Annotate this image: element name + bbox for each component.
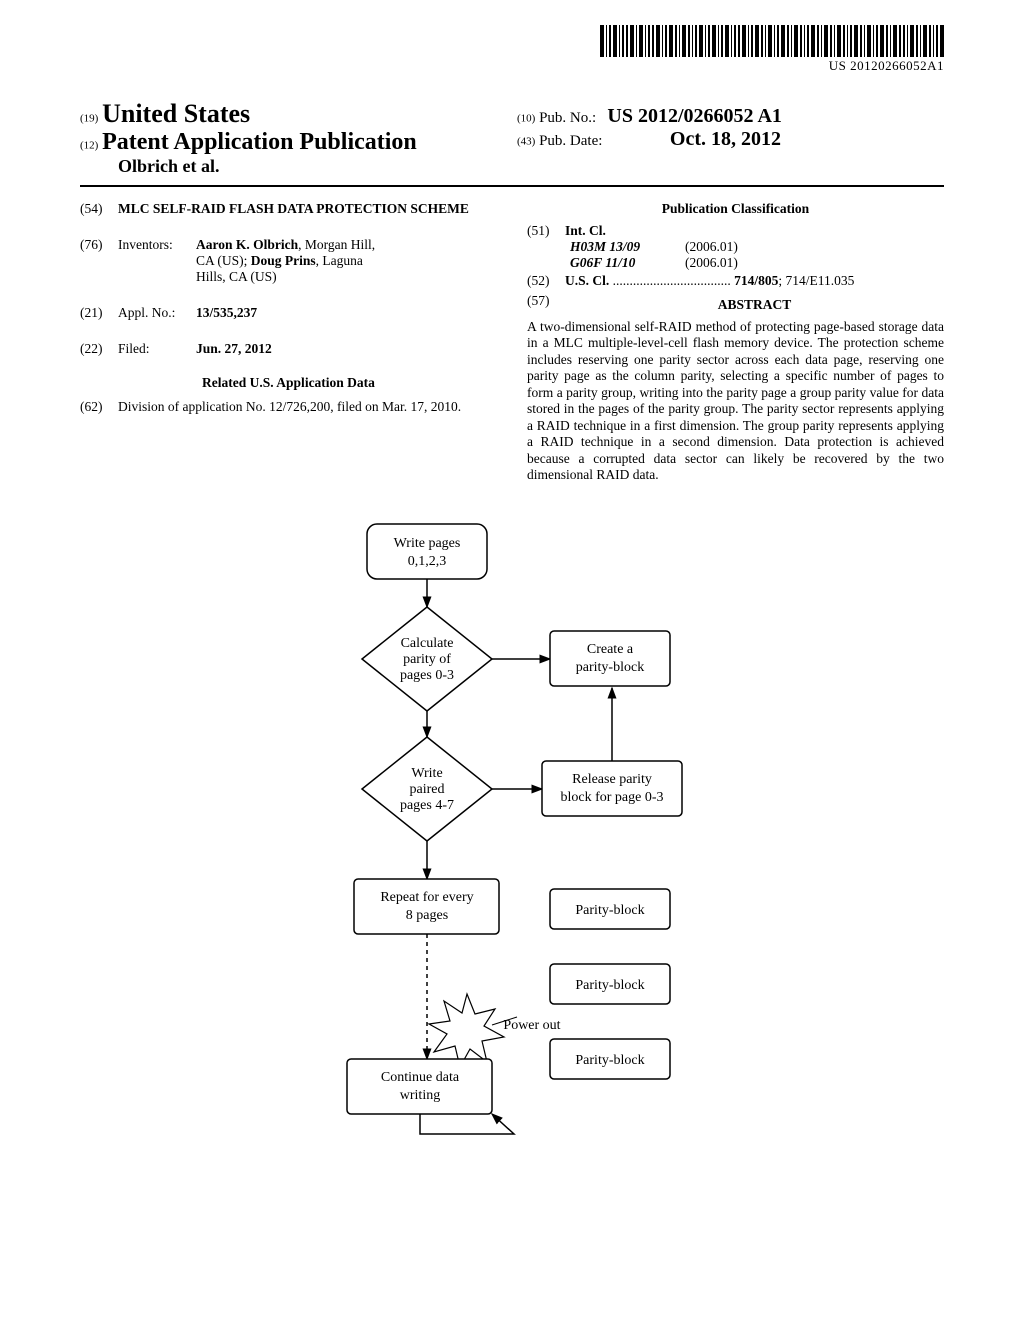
division-text: Division of application No. 12/726,200, …	[118, 399, 497, 415]
flow-n6-l1: Repeat for every	[380, 890, 473, 905]
flow-n3-l1: Create a	[587, 642, 634, 657]
barcode-text: US 20120266052A1	[600, 58, 944, 74]
flow-n5-l2: block for page 0-3	[560, 790, 663, 805]
inid-19: (19)	[80, 113, 98, 125]
barcode-block: US 20120266052A1	[600, 25, 944, 74]
pubdate-value: Oct. 18, 2012	[670, 128, 781, 150]
intcl-code-1: G06F 11/10	[565, 255, 685, 271]
pubno-label: Pub. No.:	[539, 110, 596, 126]
publication-type: Patent Application Publication	[102, 129, 417, 155]
uscl-label: U.S. Cl.	[565, 273, 609, 288]
biblio-right-col: Publication Classification (51) Int. Cl.…	[527, 201, 944, 484]
flow-n4-l1: Write	[411, 766, 442, 781]
flow-n10-l2: writing	[400, 1088, 440, 1103]
intcl-year-0: (2006.01)	[685, 239, 738, 255]
flow-n5-l1: Release parity	[572, 772, 652, 787]
inid-43: (43)	[517, 136, 535, 148]
flow-n10-l1: Continue data	[381, 1070, 460, 1085]
flow-n9: Parity-block	[575, 1053, 644, 1068]
uscl-primary: 714/805	[734, 273, 778, 288]
flow-n2-l1: Calculate	[401, 636, 454, 651]
inid-10: (10)	[517, 113, 535, 125]
country: United States	[102, 99, 250, 128]
uscl-rest: ; 714/E11.035	[778, 273, 854, 288]
filed-label: Filed:	[118, 341, 196, 357]
intcl-label: Int. Cl.	[565, 223, 944, 239]
flow-n2-l3: pages 0-3	[400, 668, 454, 683]
header-block: (19) United States (12) Patent Applicati…	[80, 75, 944, 187]
flow-n1-l1: Write pages	[394, 536, 461, 551]
filed-value: Jun. 27, 2012	[196, 341, 497, 357]
inventors-value: Aaron K. Olbrich, Morgan Hill, CA (US); …	[196, 237, 497, 285]
intcl-code-0: H03M 13/09	[565, 239, 685, 255]
flow-n7: Parity-block	[575, 903, 644, 918]
invention-title: MLC SELF-RAID FLASH DATA PROTECTION SCHE…	[118, 201, 497, 217]
flow-power-out: Power out	[503, 1018, 560, 1033]
classification-heading: Publication Classification	[527, 201, 944, 217]
inid-62: (62)	[80, 399, 118, 415]
figure-flowchart: Write pages 0,1,2,3 Calculate parity of …	[80, 519, 944, 1199]
inventors-label: Inventors:	[118, 237, 196, 285]
flow-n1-l2: 0,1,2,3	[408, 554, 447, 569]
inid-21: (21)	[80, 305, 118, 321]
applno-value: 13/535,237	[196, 305, 497, 321]
abstract-heading: ABSTRACT	[565, 297, 944, 313]
pubno-value: US 2012/0266052 A1	[607, 105, 781, 127]
uscl-dots: ...................................	[609, 273, 734, 288]
inid-57: (57)	[527, 293, 565, 317]
applno-label: Appl. No.:	[118, 305, 196, 321]
barcode-graphic	[600, 25, 944, 57]
biblio-left-col: (54) MLC SELF-RAID FLASH DATA PROTECTION…	[80, 201, 497, 484]
pubdate-label: Pub. Date:	[539, 133, 602, 149]
flow-n3-l2: parity-block	[576, 660, 644, 675]
bibliographic-block: (54) MLC SELF-RAID FLASH DATA PROTECTION…	[80, 201, 944, 484]
flow-n2-l2: parity of	[403, 652, 451, 667]
author-line: Olbrich et al.	[118, 156, 507, 177]
inid-76: (76)	[80, 237, 118, 285]
flow-n8: Parity-block	[575, 978, 644, 993]
flow-n6-l2: 8 pages	[406, 908, 448, 923]
related-data-heading: Related U.S. Application Data	[80, 375, 497, 391]
flow-n4-l3: pages 4-7	[400, 798, 454, 813]
intcl-year-1: (2006.01)	[685, 255, 738, 271]
inid-54: (54)	[80, 201, 118, 217]
inid-12: (12)	[80, 140, 98, 152]
inid-51: (51)	[527, 223, 565, 271]
inid-22: (22)	[80, 341, 118, 357]
inid-52: (52)	[527, 273, 565, 289]
flow-n4-l2: paired	[410, 782, 445, 797]
abstract-text: A two-dimensional self-RAID method of pr…	[527, 319, 944, 484]
